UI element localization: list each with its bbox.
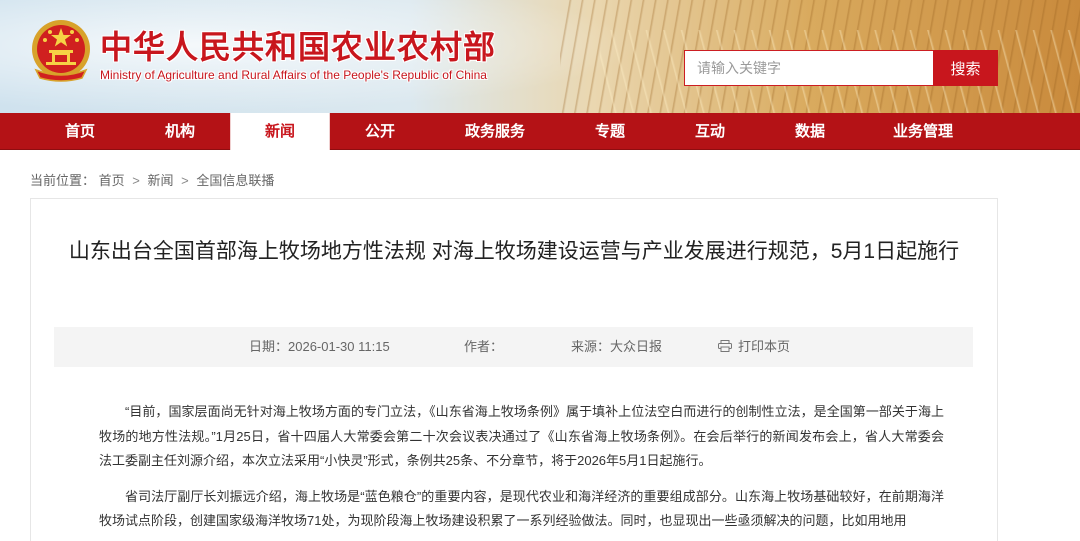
article-body: “目前，国家层面尚无针对海上牧场方面的专门立法，《山东省海上牧场条例》属于填补上… [99,400,944,541]
meta-author: 作者： [464,327,503,367]
meta-date-value: 2026-01-30 11:15 [288,339,390,354]
nav-item-interaction[interactable]: 互动 [660,113,760,150]
site-title-cn[interactable]: 中华人民共和国农业农村部 [100,22,496,68]
nav-item-business[interactable]: 业务管理 [868,113,978,150]
meta-date: 日期：2026-01-30 11:15 [249,327,390,367]
nav-item-topics[interactable]: 专题 [560,113,660,150]
nav-item-public[interactable]: 公开 [330,113,430,150]
printer-icon [718,340,732,352]
breadcrumb-separator: > [132,173,140,188]
breadcrumb-separator: > [181,173,189,188]
breadcrumb-link-broadcast[interactable]: 全国信息联播 [196,173,274,188]
article-paragraph: 省司法厅副厅长刘振远介绍，海上牧场是“蓝色粮仓”的重要内容，是现代农业和海洋经济… [99,488,944,529]
nav-item-home[interactable]: 首页 [30,113,130,150]
breadcrumb-link-home[interactable]: 首页 [99,173,125,188]
meta-author-label: 作者： [464,339,504,354]
meta-source: 来源：大众日报 [571,327,662,367]
nav-item-data[interactable]: 数据 [760,113,860,150]
nav-item-news[interactable]: 新闻 [230,113,330,150]
meta-source-value: 大众日报 [610,339,663,354]
breadcrumb-prefix: 当前位置： [30,173,96,188]
breadcrumb: 当前位置： 首页 > 新闻 > 全国信息联播 [30,170,274,189]
nav-item-gov-services[interactable]: 政务服务 [440,113,550,150]
article-meta-bar: 日期：2026-01-30 11:15 作者： 来源：大众日报 打印本页 [54,327,973,367]
print-page-link[interactable]: 打印本页 [718,327,790,367]
search-input[interactable] [684,50,934,86]
site-title-en[interactable]: Ministry of Agriculture and Rural Affair… [100,68,487,82]
meta-source-label: 来源： [571,339,611,354]
article-title: 山东出台全国首部海上牧场地方性法规 对海上牧场建设运营与产业发展进行规范，5月1… [68,240,960,263]
print-page-label: 打印本页 [738,339,791,354]
site-header: 中华人民共和国农业农村部 Ministry of Agriculture and… [0,0,1080,113]
search-button[interactable]: 搜索 [933,50,998,86]
meta-date-label: 日期： [249,339,289,354]
nav-item-organization[interactable]: 机构 [130,113,230,150]
main-nav: 首页 机构 新闻 公开 政务服务 专题 互动 数据 业务管理 [0,113,1080,150]
article-paragraph: “目前，国家层面尚无针对海上牧场方面的专门立法，《山东省海上牧场条例》属于填补上… [99,404,944,468]
national-emblem-icon[interactable] [30,18,92,84]
breadcrumb-link-news[interactable]: 新闻 [148,173,174,188]
